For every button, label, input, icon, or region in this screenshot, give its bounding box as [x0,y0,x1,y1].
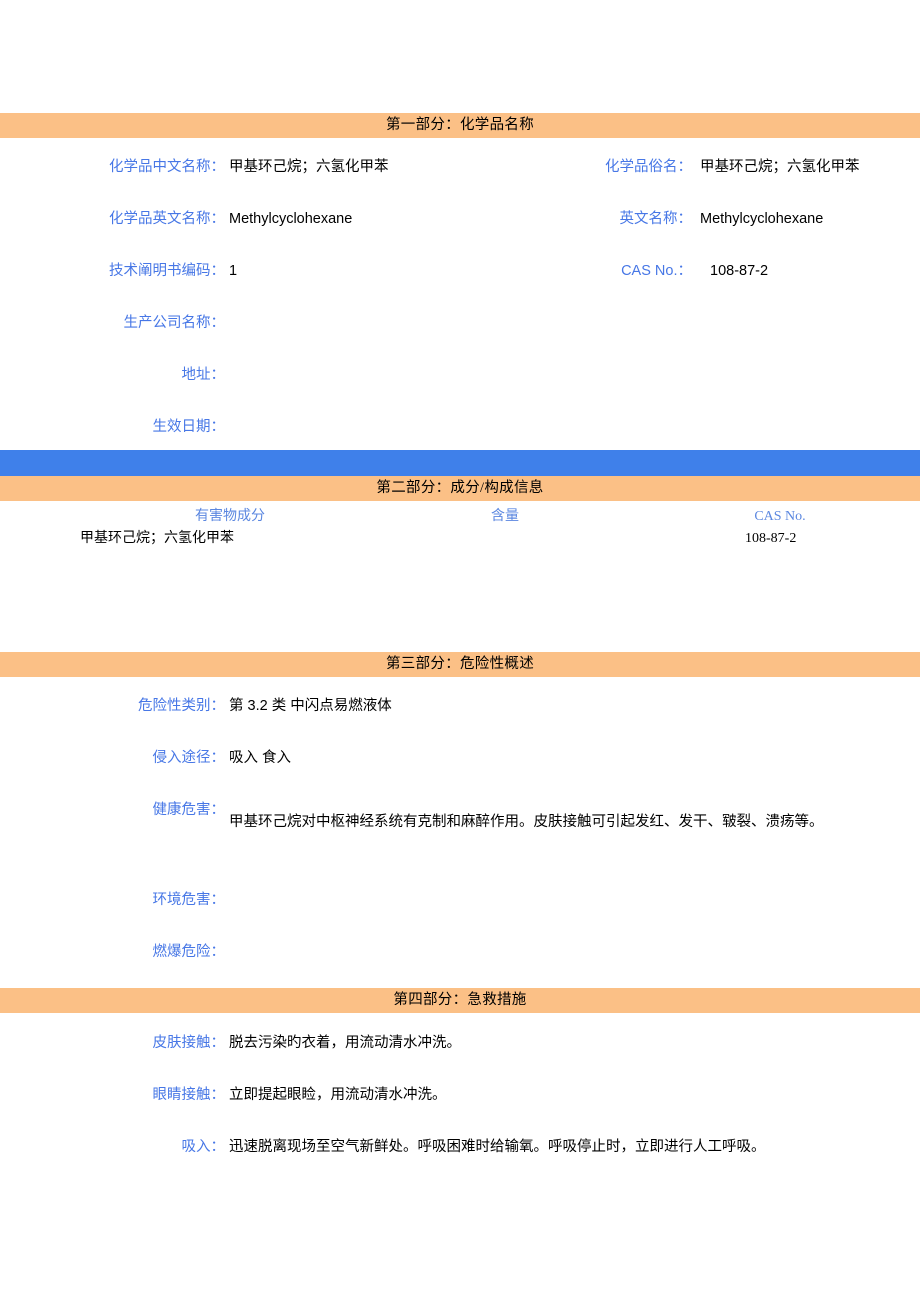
explosion-hazard-label-cell: 燃爆危险： [0,942,226,962]
skin-contact-label-cell: 皮肤接触： [0,1033,226,1053]
eye-contact-value-cell: 立即提起眼睑，用流动清水冲洗。 [229,1085,920,1105]
hazard-class-label-cell: 危险性类别： [0,696,225,716]
en-name-short-value: Methylcyclohexane [700,211,824,227]
section-three-header-bar: 第三部分：危险性概述 [0,652,920,677]
cell-substance: 甲基环己烷；六氢化甲苯 [80,531,234,546]
company-label: 生产公司名称： [123,315,226,331]
invasion-route-label-cell: 侵入途径： [0,748,226,768]
table-header-row: 有害物成分 含量 CAS No. [0,506,920,528]
en-name-short-label-cell: 英文名称： [470,209,693,229]
common-name-label-cell: 化学品俗名： [470,157,692,177]
en-name-value: Methylcyclohexane [229,211,353,227]
cas-value-cell: 108-87-2 [710,261,768,281]
env-hazard-label-cell: 环境危害： [0,890,226,910]
section-four-title: 第四部分：急救措施 [393,992,527,1009]
section-one-header-bar: 第一部分：化学品名称 [0,113,920,138]
column-header-cas: CAS No. [754,509,806,524]
hazard-class-value-cell: 第 3.2 类 中闪点易燃液体 [229,696,920,716]
cas-value: 108-87-2 [710,263,769,279]
inhalation-label: 吸入： [181,1139,226,1155]
section-one-title: 第一部分：化学品名称 [386,117,534,134]
cas-label: CAS No.： [621,263,692,279]
ingredients-table: 有害物成分 含量 CAS No. 甲基环己烷；六氢化甲苯 108-87-2 [0,506,920,550]
common-name-value: 甲基环己烷；六氢化甲苯 [700,159,860,175]
en-name-label: 化学品英文名称： [109,211,225,227]
cas-label-cell: CAS No.： [470,261,692,281]
company-label-cell: 生产公司名称： [0,313,226,333]
inhalation-value-cell: 迅速脱离现场至空气新鲜处。呼吸困难时给输氧。呼吸停止时，立即进行人工呼吸。 [229,1137,920,1157]
section-four-header-bar: 第四部分：急救措施 [0,988,920,1013]
eye-contact-value: 立即提起眼睑，用流动清水冲洗。 [229,1087,447,1103]
en-name-short-label: 英文名称： [619,211,693,227]
doc-code-value-cell: 1 [229,261,237,281]
column-header-substance: 有害物成分 [195,509,265,524]
column-header-content: 含量 [491,509,519,524]
health-hazard-value: 甲基环己烷对中枢神经系统有克制和麻醉作用。皮肤接触可引起发红、发干、皲裂、溃疡等… [229,814,824,830]
en-name-label-cell: 化学品英文名称： [0,209,225,229]
cell-cas: 108-87-2 [745,531,797,546]
section-three-title: 第三部分：危险性概述 [386,656,534,673]
section-two-title: 第二部分：成分/构成信息 [376,480,544,497]
health-hazard-value-cell: 甲基环己烷对中枢神经系统有克制和麻醉作用。皮肤接触可引起发红、发干、皲裂、溃疡等… [229,800,920,844]
hazard-class-value: 第 3.2 类 中闪点易燃液体 [229,698,392,714]
effective-date-label: 生效日期： [152,419,226,435]
doc-code-label-cell: 技术阐明书编码： [0,261,225,281]
en-name-short-value-cell: Methylcyclohexane [700,209,823,229]
address-label-cell: 地址： [0,365,226,385]
skin-contact-label: 皮肤接触： [152,1035,226,1051]
msds-document-page: 第一部分：化学品名称 化学品中文名称： 甲基环己烷；六氢化甲苯 化学品俗名： 甲… [0,0,920,1302]
table-row: 甲基环己烷；六氢化甲苯 108-87-2 [0,528,920,550]
doc-code-label: 技术阐明书编码： [109,263,225,279]
address-label: 地址： [181,367,226,383]
eye-contact-label: 眼睛接触： [152,1087,226,1103]
en-name-value-cell: Methylcyclohexane [229,209,352,229]
eye-contact-label-cell: 眼睛接触： [0,1085,226,1105]
health-hazard-label: 健康危害： [152,802,226,818]
common-name-label: 化学品俗名： [605,159,692,175]
blue-divider-bar [0,450,920,476]
cn-name-label: 化学品中文名称： [109,159,225,175]
health-hazard-label-cell: 健康危害： [0,800,226,820]
inhalation-label-cell: 吸入： [0,1137,226,1157]
cn-name-value-cell: 甲基环己烷；六氢化甲苯 [229,157,389,177]
invasion-route-label: 侵入途径： [152,750,226,766]
hazard-class-label: 危险性类别： [138,698,225,714]
explosion-hazard-label: 燃爆危险： [152,944,226,960]
section-two-header-bar: 第二部分：成分/构成信息 [0,476,920,501]
invasion-route-value: 吸入 食入 [229,750,292,766]
skin-contact-value-cell: 脱去污染旳衣着，用流动清水冲洗。 [229,1033,920,1053]
common-name-value-cell: 甲基环己烷；六氢化甲苯 [700,157,860,177]
cn-name-value: 甲基环己烷；六氢化甲苯 [229,159,389,175]
doc-code-value: 1 [229,263,238,279]
env-hazard-label: 环境危害： [152,892,226,908]
effective-date-label-cell: 生效日期： [0,417,226,437]
invasion-route-value-cell: 吸入 食入 [229,748,920,768]
skin-contact-value: 脱去污染旳衣着，用流动清水冲洗。 [229,1035,461,1051]
inhalation-value: 迅速脱离现场至空气新鲜处。呼吸困难时给输氧。呼吸停止时，立即进行人工呼吸。 [229,1139,766,1155]
cn-name-label-cell: 化学品中文名称： [0,157,225,177]
